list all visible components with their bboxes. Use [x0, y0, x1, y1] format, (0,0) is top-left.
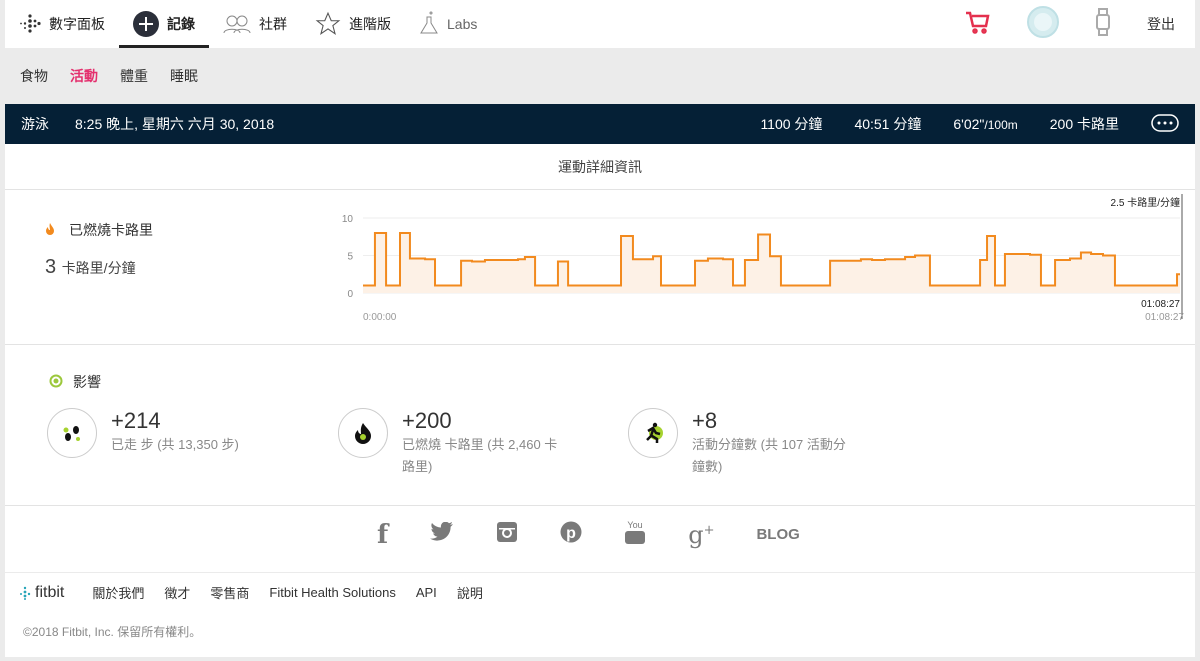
nav-dashboard[interactable]: 數字面板 [5, 0, 119, 48]
stat-calories: 200 卡路里 [1049, 116, 1119, 132]
device-watch-icon[interactable] [1095, 7, 1111, 41]
calories-rate-value: 3 [45, 256, 57, 278]
impact-desc: 活動分鐘數 (共 107 活動分鐘數) [692, 437, 846, 474]
nav-community[interactable]: 社群 [209, 0, 301, 48]
exercise-details-card: 運動詳細資訊 已燃燒卡路里 3 卡路里/分鐘 0 5 10 2.5 卡路里/分鐘 01:… [5, 144, 1195, 572]
fitbit-dots-icon [19, 13, 41, 35]
twitter-icon[interactable] [430, 521, 454, 547]
impact-steps: +214 已走 步 (共 13,350 步) [47, 408, 276, 458]
nav-label: Labs [447, 16, 478, 32]
flame-icon [338, 408, 388, 458]
subnav-sleep[interactable]: 睡眠 [170, 66, 198, 86]
svg-text:You: You [628, 520, 643, 530]
copyright: ©2018 Fitbit, Inc. 保留所有權利。 [23, 625, 202, 639]
friends-icon [223, 14, 251, 34]
facebook-icon[interactable]: f [377, 520, 388, 550]
avatar[interactable] [1027, 5, 1059, 43]
nav-label: 社群 [259, 16, 287, 32]
stat-pace: 6'02"/100m [953, 116, 1017, 132]
section-title: 運動詳細資訊 [5, 144, 1195, 190]
top-nav: 數字面板 記錄 社群 進階版 Labs 登出 [5, 0, 1195, 48]
footer: fitbit 關於我們 徵才 零售商 Fitbit Health Solutio… [5, 573, 1195, 657]
impact-title: 影響 [73, 374, 101, 390]
calories-rate: 3 卡路里/分鐘 [45, 256, 136, 279]
calories-label: 已燃燒卡路里 [45, 220, 153, 240]
footer-link-api[interactable]: API [416, 585, 437, 600]
blog-link[interactable]: BLOG [756, 526, 799, 543]
stat-duration: 1100 分鐘 [760, 116, 823, 132]
subnav-weight[interactable]: 體重 [120, 66, 148, 86]
pace-unit: /100m [984, 118, 1018, 132]
calories-chart[interactable]: 0 5 10 2.5 卡路里/分鐘 01:08:27 0:00:00 01:08:27 [335, 194, 1190, 329]
instagram-icon[interactable] [496, 521, 518, 548]
brand-name: fitbit [35, 583, 65, 601]
impact-heading: 影響 [49, 372, 101, 392]
impact-value: +8 [692, 408, 718, 433]
x-tick-label: 0:00:00 [363, 312, 397, 323]
y-tick-label: 0 [347, 289, 353, 300]
nav-labs[interactable]: Labs [405, 0, 491, 48]
activity-datetime: 8:25 晚上, 星期六 六月 30, 2018 [75, 116, 275, 132]
star-icon [315, 11, 341, 37]
activity-summary-bar: 游泳 8:25 晚上, 星期六 六月 30, 2018 1100 分鐘 40:5… [5, 104, 1195, 144]
nav-label: 記錄 [167, 16, 195, 32]
stat-time: 40:51 分鐘 [854, 116, 922, 132]
calories-label-text: 已燃燒卡路里 [69, 222, 153, 238]
footer-link-health-solutions[interactable]: Fitbit Health Solutions [269, 585, 395, 600]
y-tick-label: 5 [347, 252, 353, 263]
footsteps-icon [47, 408, 97, 458]
sub-nav: 食物 活動 體重 睡眠 [20, 66, 198, 86]
subnav-activity[interactable]: 活動 [70, 66, 98, 86]
pace-value: 6'02" [953, 116, 985, 132]
plus-circle-icon [133, 11, 159, 37]
youtube-icon[interactable]: You [624, 518, 646, 551]
social-links: f p You g+ BLOG [377, 518, 800, 551]
impact-desc: 已燃燒 卡路里 (共 2,460 卡路里) [402, 437, 558, 474]
calories-rate-unit: 卡路里/分鐘 [61, 260, 136, 276]
logout-link[interactable]: 登出 [1147, 14, 1175, 34]
activity-type: 游泳 [21, 116, 49, 132]
footer-link-help[interactable]: 說明 [457, 583, 483, 602]
impact-value: +214 [111, 408, 161, 433]
target-icon [49, 374, 63, 391]
nav-log[interactable]: 記錄 [119, 0, 209, 48]
nav-premium[interactable]: 進階版 [301, 0, 405, 48]
flame-icon [45, 222, 55, 239]
more-options-icon[interactable] [1151, 113, 1179, 135]
cart-icon[interactable] [965, 10, 991, 39]
impact-active-minutes: +8 活動分鐘數 (共 107 活動分鐘數) [628, 408, 857, 478]
svg-text:p: p [566, 525, 576, 542]
google-plus-icon[interactable]: g+ [688, 521, 714, 549]
footer-link-about[interactable]: 關於我們 [92, 583, 144, 602]
flask-icon [419, 11, 439, 37]
runner-icon [628, 408, 678, 458]
impact-calories: +200 已燃燒 卡路里 (共 2,460 卡路里) [338, 408, 567, 478]
footer-link-careers[interactable]: 徵才 [164, 583, 190, 602]
series-area [363, 233, 1180, 293]
x-tick-label: 01:08:27 [1145, 312, 1184, 323]
impact-desc: 已走 步 (共 13,350 步) [111, 437, 239, 452]
impact-value: +200 [402, 408, 452, 433]
fitbit-logo[interactable]: fitbit [19, 584, 64, 602]
y-tick-label: 10 [342, 214, 354, 225]
subnav-food[interactable]: 食物 [20, 66, 48, 86]
nav-label: 數字面板 [49, 16, 105, 32]
hover-time: 01:08:27 [1141, 299, 1180, 310]
pinterest-icon[interactable]: p [560, 521, 582, 548]
footer-link-retailers[interactable]: 零售商 [210, 583, 249, 602]
nav-label: 進階版 [349, 16, 391, 32]
hover-value: 2.5 卡路里/分鐘 [1111, 196, 1180, 209]
